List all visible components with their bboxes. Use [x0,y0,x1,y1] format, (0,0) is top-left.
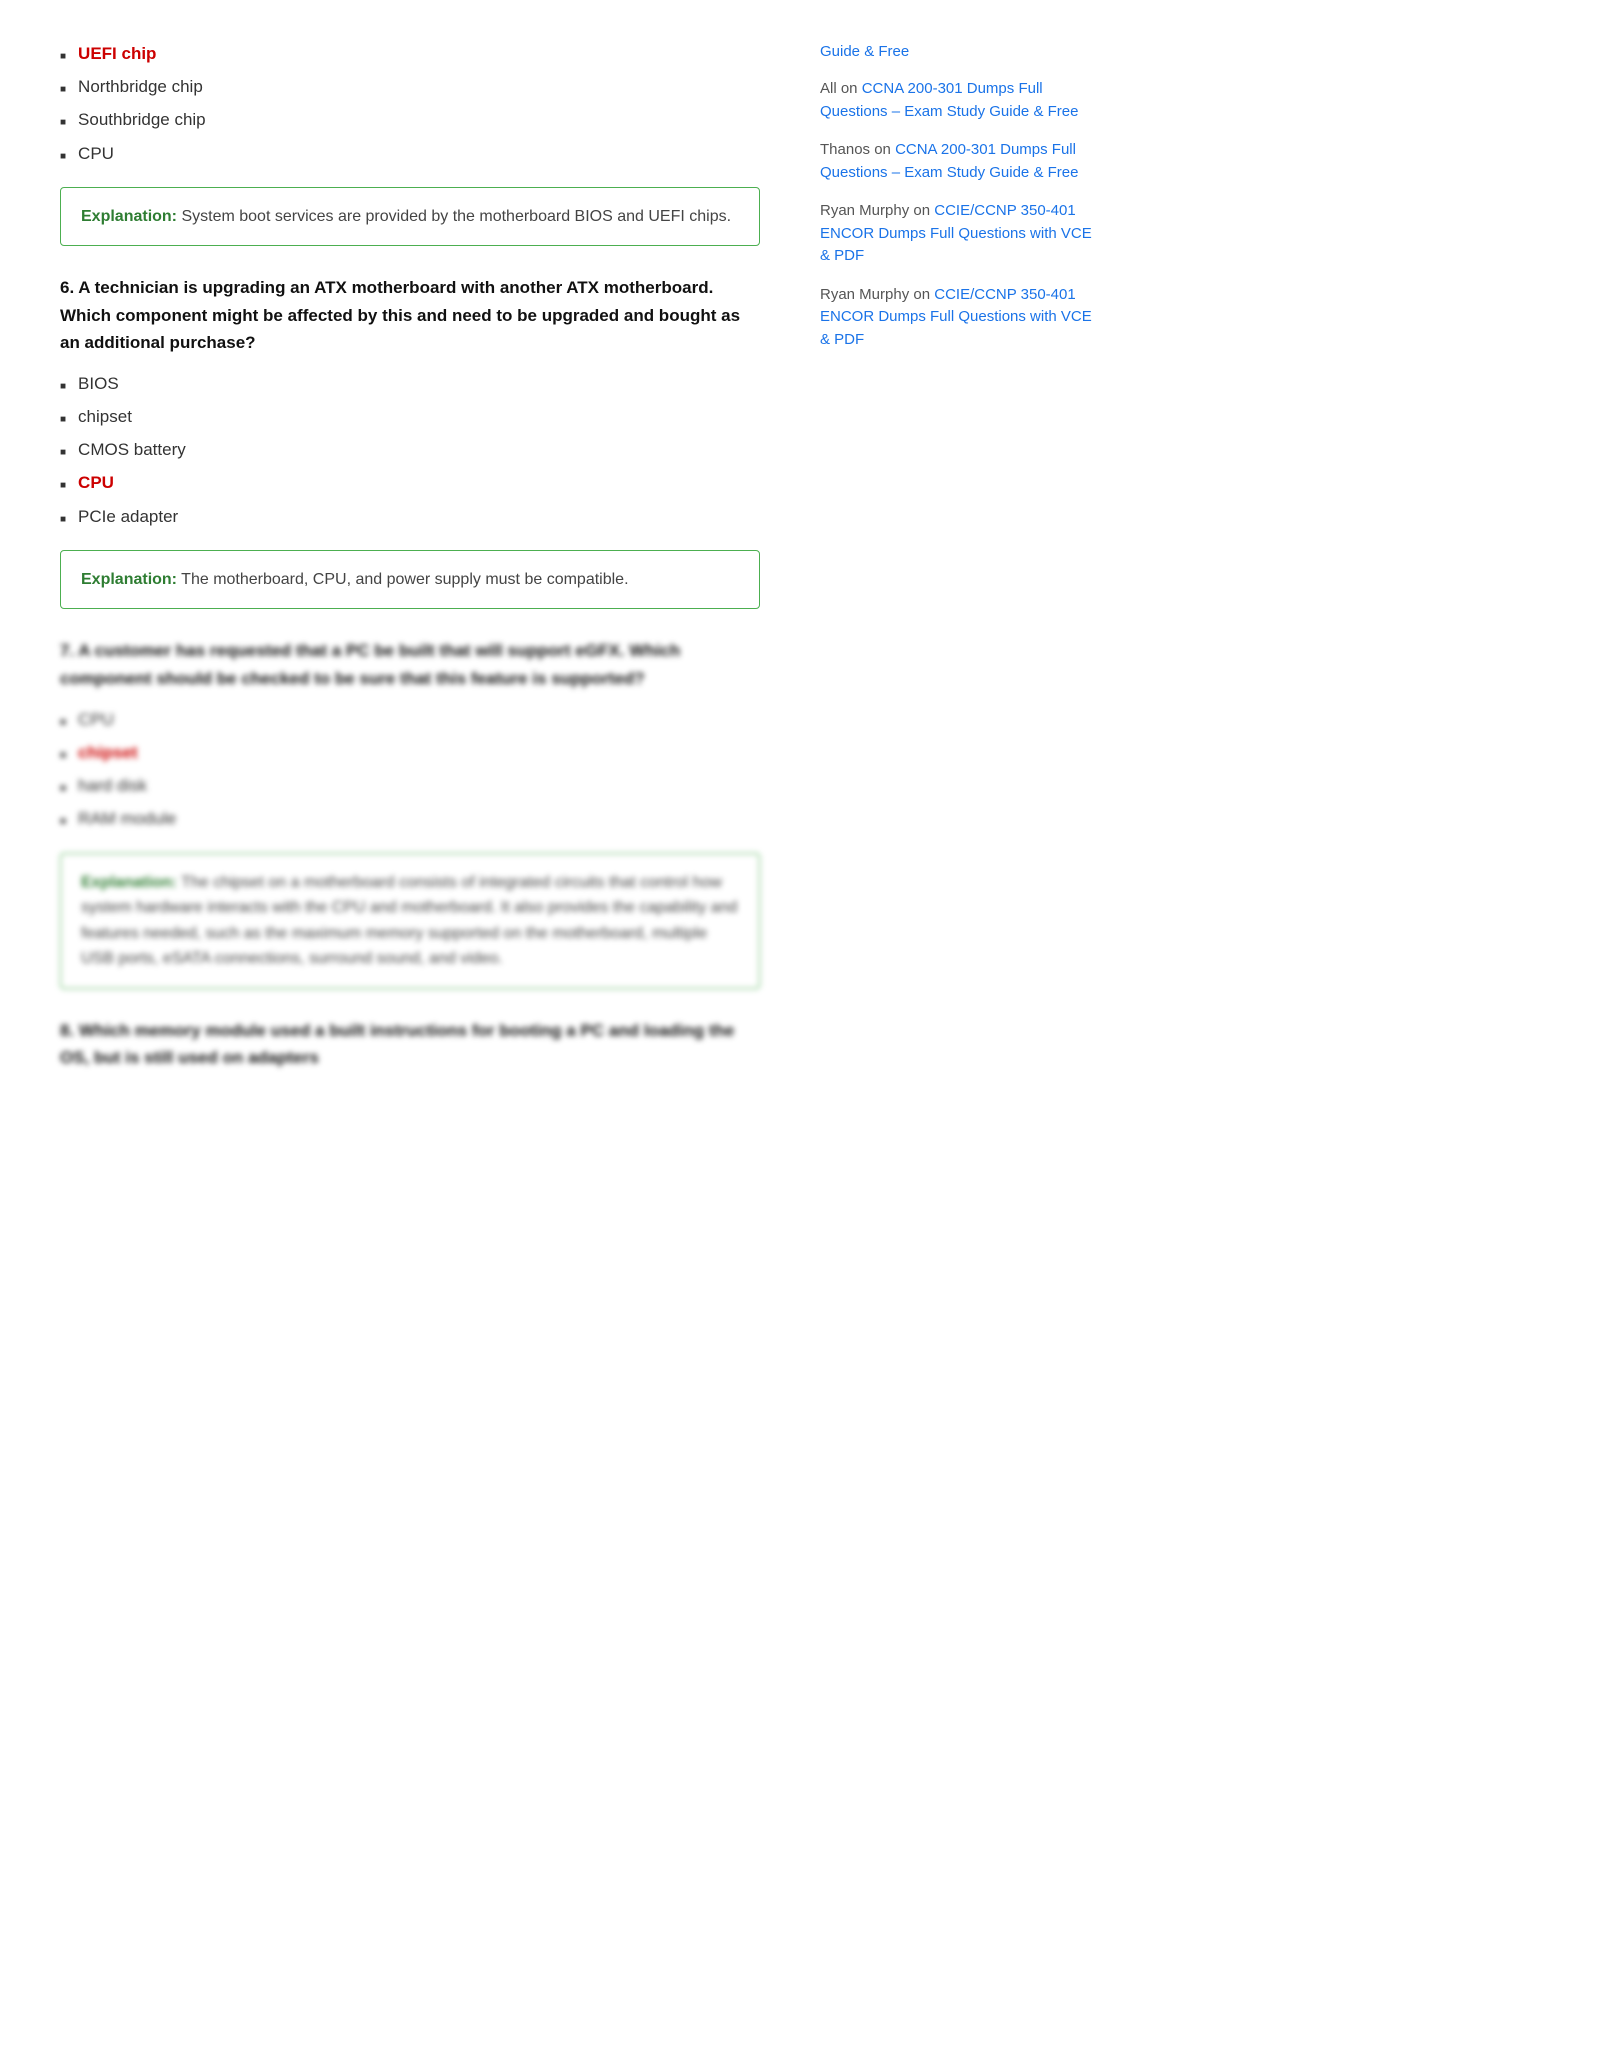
q7-item-cpu: CPU [78,706,114,733]
q6-explanation-box: Explanation: The motherboard, CPU, and p… [60,550,760,610]
q6-question-text: 6. A technician is upgrading an ATX moth… [60,274,760,356]
q5-explanation-label: Explanation: [81,208,177,225]
list-item: Northbridge chip [60,73,760,100]
q5-answer-uefi: UEFI chip [78,40,156,67]
q5-explanation-box: Explanation: System boot services are pr… [60,187,760,247]
q6-block: 6. A technician is upgrading an ATX moth… [60,274,760,609]
list-item: CPU [60,140,760,167]
q7-block: 7. A customer has requested that a PC be… [60,637,760,989]
q5-explanation-text: System boot services are provided by the… [177,208,731,225]
list-item: RAM module [60,805,760,832]
sidebar-group-2: Ryan Murphy on CCIE/CCNP 350-401 ENCOR D… [820,200,1100,268]
list-item: UEFI chip [60,40,760,67]
q6-item-bios: BIOS [78,370,119,397]
q6-answer-cpu: CPU [78,469,114,496]
sidebar-author-2: Ryan Murphy on [820,202,934,219]
q7-blurred-section: 7. A customer has requested that a PC be… [60,637,760,989]
list-item: PCIe adapter [60,503,760,530]
list-item: BIOS [60,370,760,397]
q5-item-northbridge: Northbridge chip [78,73,203,100]
q7-question-text: 7. A customer has requested that a PC be… [60,637,760,691]
q6-explanation-text: The motherboard, CPU, and power supply m… [177,571,629,588]
q7-item-harddisk: hard disk [78,772,147,799]
q8-blurred-section: 8. Which memory module used a built inst… [60,1017,760,1071]
main-content: UEFI chip Northbridge chip Southbridge c… [60,40,760,1085]
q6-item-chipset: chipset [78,403,132,430]
q7-explanation-label: Explanation: [81,874,177,891]
list-item: CPU [60,469,760,496]
list-item: CMOS battery [60,436,760,463]
sidebar-top-link[interactable]: Guide & Free [820,40,1100,64]
list-item: hard disk [60,772,760,799]
sidebar: Guide & Free All on CCNA 200-301 Dumps F… [820,40,1100,1085]
sidebar-author-3: Ryan Murphy on [820,286,934,303]
sidebar-author-1: Thanos on [820,141,895,158]
q8-question-text: 8. Which memory module used a built inst… [60,1017,760,1071]
sidebar-author-0: All on [820,80,862,97]
q6-answer-list: BIOS chipset CMOS battery CPU PCIe adapt… [60,370,760,530]
q5-item-southbridge: Southbridge chip [78,106,206,133]
q6-explanation-label: Explanation: [81,571,177,588]
q5-answer-list: UEFI chip Northbridge chip Southbridge c… [60,40,760,167]
q7-explanation-box: Explanation: The chipset on a motherboar… [60,853,760,989]
sidebar-group-3: Ryan Murphy on CCIE/CCNP 350-401 ENCOR D… [820,284,1100,352]
list-item: Southbridge chip [60,106,760,133]
q6-item-cmos: CMOS battery [78,436,186,463]
q6-item-pcie: PCIe adapter [78,503,178,530]
q7-item-ram: RAM module [78,805,176,832]
list-item: chipset [60,739,760,766]
list-item: chipset [60,403,760,430]
q5-list-section: UEFI chip Northbridge chip Southbridge c… [60,40,760,246]
sidebar-group-1: Thanos on CCNA 200-301 Dumps Full Questi… [820,139,1100,184]
list-item: CPU [60,706,760,733]
page-container: UEFI chip Northbridge chip Southbridge c… [0,0,1600,1125]
q7-explanation-text: The chipset on a motherboard consists of… [81,874,737,968]
q5-item-cpu: CPU [78,140,114,167]
sidebar-group-0: All on CCNA 200-301 Dumps Full Questions… [820,78,1100,123]
q7-answer-list: CPU chipset hard disk RAM module [60,706,760,833]
q7-answer-chipset: chipset [78,739,138,766]
